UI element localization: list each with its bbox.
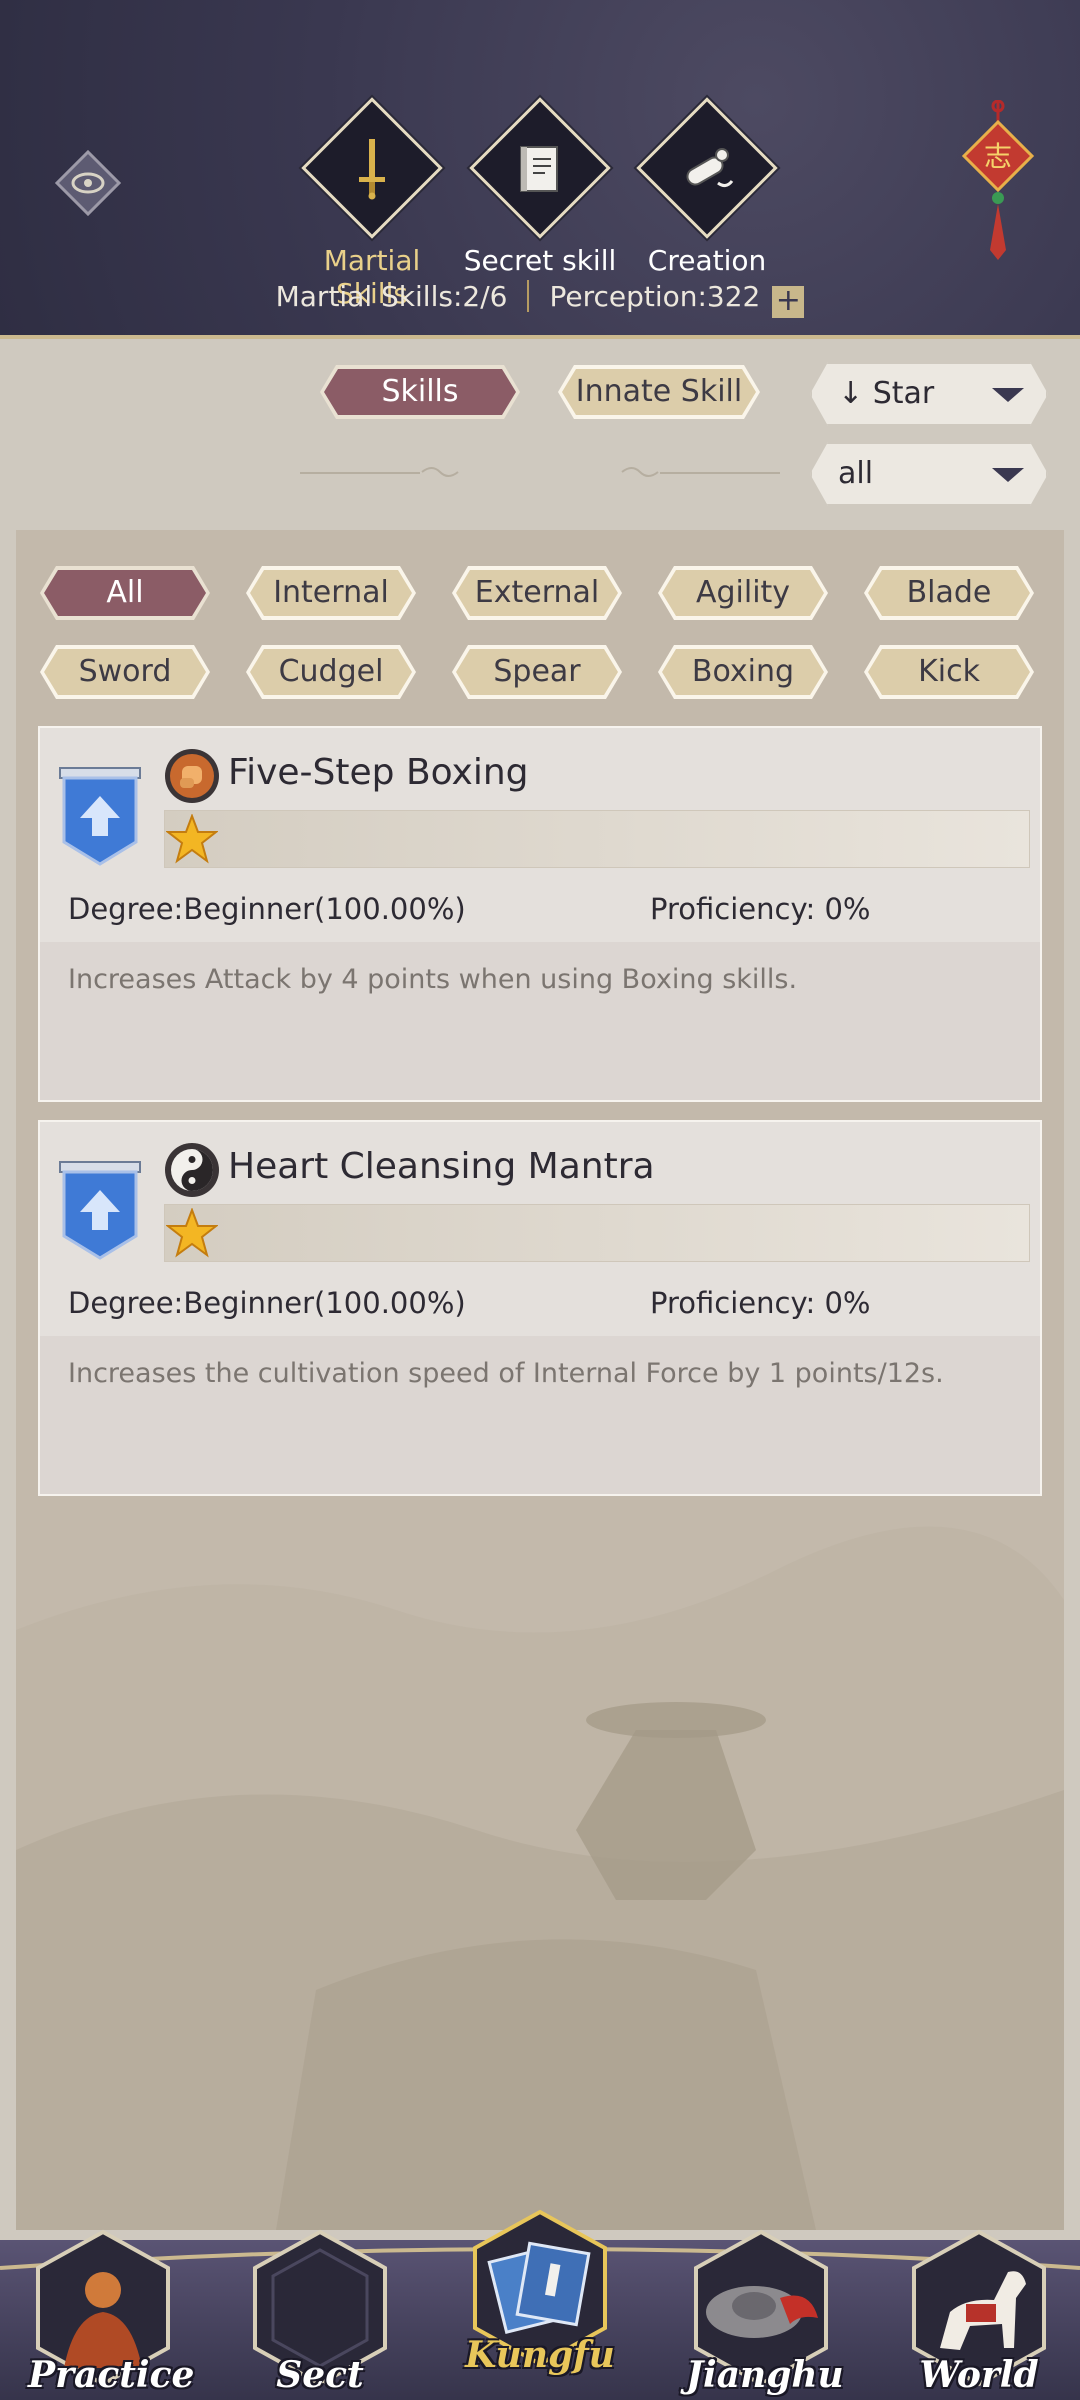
sort-dropdown[interactable]: ↓ Star: [810, 362, 1048, 426]
category-all[interactable]: All: [40, 566, 210, 620]
divider-ornament-right: [620, 467, 780, 477]
category-cudgel[interactable]: Cudgel: [246, 645, 416, 699]
skill-name: Five-Step Boxing: [228, 752, 529, 793]
type-dropdown[interactable]: all: [810, 442, 1048, 506]
star-bar: [164, 810, 1030, 868]
tab-label: Creation: [647, 244, 767, 277]
category-label: Kick: [868, 649, 1030, 695]
category-label: All: [44, 570, 206, 616]
skill-description: Increases Attack by 4 points when using …: [68, 964, 798, 995]
nav-practice[interactable]: Practice: [28, 2228, 195, 2400]
skill-card-five-step-boxing[interactable]: Five-Step Boxing Degree:Beginner(100.00%…: [38, 726, 1042, 1102]
type-value: all: [838, 456, 874, 491]
skill-card-heart-cleansing-mantra[interactable]: Heart Cleansing Mantra Degree:Beginner(1…: [38, 1120, 1042, 1496]
category-internal[interactable]: Internal: [246, 566, 416, 620]
add-perception-button[interactable]: +: [772, 286, 805, 318]
nav-label: World: [919, 2354, 1039, 2396]
degree-text: Degree:Beginner(100.00%): [68, 1286, 466, 1320]
skills-tab-button[interactable]: Skills: [320, 365, 520, 419]
fist-icon: [165, 749, 219, 803]
category-label: Internal: [250, 570, 412, 616]
sword-icon: [301, 97, 443, 239]
sort-value: Star: [872, 376, 935, 411]
nav-label: Sect: [276, 2354, 364, 2396]
divider: [527, 280, 530, 312]
category-label: Sword: [44, 649, 206, 695]
book-icon: [469, 97, 611, 239]
top-header: Martial Skills Secret skill Creation Mar…: [0, 0, 1080, 339]
chevron-down-icon: [992, 388, 1024, 402]
category-boxing[interactable]: Boxing: [658, 645, 828, 699]
category-kick[interactable]: Kick: [864, 645, 1034, 699]
yin-yang-icon: [165, 1143, 219, 1197]
divider-ornament-left: [300, 467, 460, 477]
category-label: Boxing: [662, 649, 824, 695]
nav-kungfu[interactable]: Kungfu: [465, 2208, 615, 2380]
category-external[interactable]: External: [452, 566, 622, 620]
category-label: Blade: [868, 570, 1030, 616]
star-icon: [166, 1208, 218, 1258]
category-blade[interactable]: Blade: [864, 566, 1034, 620]
chevron-down-icon: [992, 468, 1024, 482]
category-sword[interactable]: Sword: [40, 645, 210, 699]
category-agility[interactable]: Agility: [658, 566, 828, 620]
skills-tab-label: Skills: [324, 369, 516, 415]
innate-skill-tab-button[interactable]: Innate Skill: [558, 365, 760, 419]
skill-description: Increases the cultivation speed of Inter…: [68, 1358, 944, 1389]
upgrade-badge-icon[interactable]: [58, 1160, 142, 1260]
main-tab-bar: Martial Skills Secret skill Creation: [0, 97, 1080, 310]
skill-name: Heart Cleansing Mantra: [228, 1146, 655, 1187]
star-bar: [164, 1204, 1030, 1262]
innate-skill-tab-label: Innate Skill: [562, 369, 756, 415]
nav-sect[interactable]: Sect: [245, 2228, 395, 2400]
tab-label: Secret skill: [463, 244, 617, 277]
nav-world[interactable]: World: [904, 2228, 1054, 2400]
degree-text: Degree:Beginner(100.00%): [68, 892, 466, 926]
scroll-icon: [636, 97, 778, 239]
nav-label: Jianghu: [686, 2354, 844, 2396]
category-label: Agility: [662, 570, 824, 616]
skill-stats-bar: Martial Skills:2/6 Perception:322 +: [0, 280, 1080, 318]
charm-icon[interactable]: 志: [958, 100, 1038, 270]
background-landscape: [16, 1526, 1064, 2230]
nav-label: Kungfu: [465, 2334, 615, 2376]
perception-value: Perception:322: [549, 280, 761, 313]
skill-list-panel: All Internal External Agility Blade Swor…: [16, 530, 1064, 2230]
tab-secret-skill[interactable]: Secret skill: [455, 97, 625, 277]
category-label: Cudgel: [250, 649, 412, 695]
nav-jianghu[interactable]: Jianghu: [686, 2228, 844, 2400]
star-icon: [166, 814, 218, 864]
upgrade-badge-icon[interactable]: [58, 766, 142, 866]
proficiency-text: Proficiency: 0%: [650, 1286, 871, 1320]
charm-character: 志: [984, 140, 1012, 173]
sort-arrow-icon: ↓: [838, 376, 864, 411]
category-label: Spear: [456, 649, 618, 695]
proficiency-text: Proficiency: 0%: [650, 892, 871, 926]
tab-creation[interactable]: Creation: [622, 97, 792, 277]
nav-label: Practice: [28, 2354, 195, 2396]
category-spear[interactable]: Spear: [452, 645, 622, 699]
martial-skills-count: Martial Skills:2/6: [275, 280, 508, 313]
category-label: External: [456, 570, 618, 616]
